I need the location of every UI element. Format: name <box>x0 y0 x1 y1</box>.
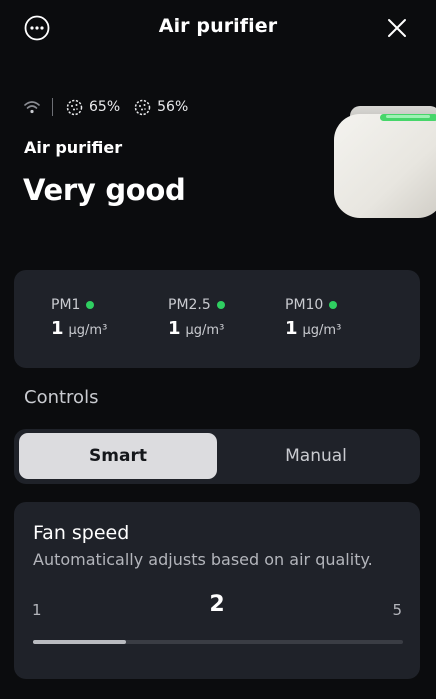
pm25-value: 1 <box>168 318 181 339</box>
pm1-value: 1 <box>51 318 64 339</box>
pm1-unit: μg/m³ <box>68 323 108 338</box>
air-purifier-screen: Air purifier 65% 56% Air purifier Very g… <box>0 0 436 699</box>
filter-status-1: 65% <box>66 99 120 116</box>
fan-speed-max-label: 5 <box>392 601 402 619</box>
pm25-reading: PM2.5 1 μg/m³ <box>168 297 225 339</box>
pm1-label: PM1 <box>51 297 81 313</box>
fan-speed-value: 2 <box>209 592 225 617</box>
mode-selector: Smart Manual <box>14 429 420 484</box>
fan-speed-slider-fill <box>33 640 126 644</box>
page-title: Air purifier <box>158 15 278 37</box>
pm10-label: PM10 <box>285 297 324 313</box>
filter-2-value: 56% <box>157 99 189 115</box>
fan-speed-slider[interactable] <box>33 640 403 644</box>
smart-mode-button[interactable]: Smart <box>19 433 217 479</box>
fan-speed-title: Fan speed <box>33 522 130 544</box>
pm25-status-dot <box>216 301 225 309</box>
pm25-unit: μg/m³ <box>185 323 225 338</box>
close-button[interactable] <box>383 14 411 42</box>
pm10-reading: PM10 1 μg/m³ <box>285 297 341 339</box>
close-icon <box>388 19 406 37</box>
pm-card: PM1 1 μg/m³ PM2.5 1 μg/m³ PM10 1 μg/m³ <box>14 270 420 368</box>
header: Air purifier <box>0 0 436 56</box>
air-quality-status: Very good <box>23 173 186 207</box>
filter-1-value: 65% <box>89 99 121 115</box>
filter-status-2: 56% <box>134 99 188 116</box>
fan-speed-card: Fan speed Automatically adjusts based on… <box>14 502 420 679</box>
controls-heading: Controls <box>24 387 99 408</box>
filter-icon <box>134 99 151 115</box>
device-name: Air purifier <box>24 138 123 157</box>
wifi-icon <box>24 101 40 114</box>
pm10-unit: μg/m³ <box>302 323 342 338</box>
status-row: 65% 56% <box>24 96 202 118</box>
pm1-status-dot <box>86 301 95 309</box>
pm10-status-dot <box>329 301 338 309</box>
fan-speed-subtitle: Automatically adjusts based on air quali… <box>33 550 373 569</box>
pm1-reading: PM1 1 μg/m³ <box>51 297 107 339</box>
manual-mode-button[interactable]: Manual <box>217 433 415 479</box>
status-divider <box>52 98 53 116</box>
pm25-label: PM2.5 <box>168 297 211 313</box>
filter-icon <box>66 99 83 115</box>
air-purifier-image <box>334 106 436 218</box>
pm10-value: 1 <box>285 318 298 339</box>
